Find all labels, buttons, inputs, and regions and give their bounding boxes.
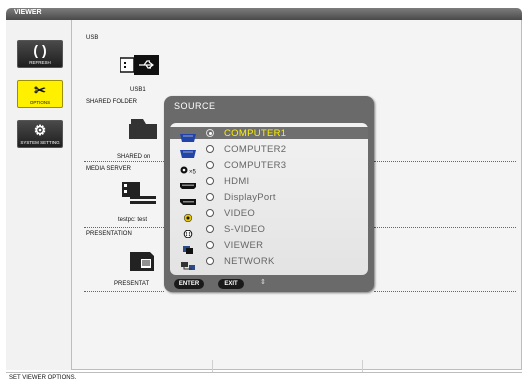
source-label: DisplayPort bbox=[224, 192, 276, 203]
dialog-title: SOURCE bbox=[174, 101, 216, 111]
status-divider bbox=[212, 360, 213, 372]
media-server-section-header: MEDIA SERVER bbox=[86, 166, 131, 172]
source-list: COMPUTER1 COMPUTER2 ×5 COMPUTER3 HDMI Di… bbox=[170, 123, 368, 275]
source-label: COMPUTER1 bbox=[224, 128, 287, 139]
refresh-icon: ( ) bbox=[33, 42, 47, 58]
source-label: VIEWER bbox=[224, 240, 264, 251]
usb1-label: USB1 bbox=[130, 87, 146, 93]
window-title: VIEWER bbox=[14, 9, 42, 16]
source-label: VIDEO bbox=[224, 208, 256, 219]
options-button[interactable]: ✂ OPTIONS bbox=[17, 80, 63, 108]
up-down-arrows-icon: ⇕ bbox=[260, 279, 266, 286]
s-video-icon bbox=[180, 225, 196, 239]
source-label: COMPUTER3 bbox=[224, 160, 287, 171]
source-item-s-video[interactable]: S-VIDEO bbox=[170, 223, 368, 239]
source-item-computer3[interactable]: ×5 COMPUTER3 bbox=[170, 159, 368, 176]
vga-connector-icon bbox=[180, 145, 196, 158]
viewer-window: VIEWER ( ) REFRESH ✂ OPTIONS ⚙ SYSTEM SE… bbox=[0, 0, 526, 384]
separator bbox=[84, 227, 164, 228]
viewer-icon bbox=[180, 241, 196, 254]
radio-button[interactable] bbox=[206, 225, 214, 233]
presentation-section-header: PRESENTATION bbox=[86, 231, 132, 237]
source-label: COMPUTER2 bbox=[224, 144, 287, 155]
status-divider bbox=[362, 360, 363, 372]
separator bbox=[374, 227, 516, 228]
status-text: SET VIEWER OPTIONS. bbox=[9, 375, 77, 381]
source-item-viewer[interactable]: VIEWER bbox=[170, 239, 368, 254]
source-label: HDMI bbox=[224, 176, 250, 187]
system-setting-button[interactable]: ⚙ SYSTEM SETTING bbox=[17, 120, 63, 148]
source-label: S-VIDEO bbox=[224, 224, 266, 235]
hdmi-connector-icon bbox=[180, 177, 196, 189]
vga-connector-icon bbox=[180, 129, 196, 142]
source-item-network[interactable]: NETWORK bbox=[170, 255, 368, 270]
computer3-icon-text: ×5 bbox=[189, 170, 197, 175]
system-setting-label: SYSTEM SETTING bbox=[20, 140, 60, 145]
radio-button[interactable] bbox=[206, 257, 214, 265]
radio-button[interactable] bbox=[206, 145, 214, 153]
source-item-video[interactable]: VIDEO bbox=[170, 207, 368, 223]
radio-button[interactable] bbox=[206, 209, 214, 217]
network-icon bbox=[180, 257, 196, 270]
source-item-computer1[interactable]: COMPUTER1 bbox=[170, 127, 368, 142]
shared-folder-section-header: SHARED FOLDER bbox=[86, 99, 138, 105]
radio-button[interactable] bbox=[206, 161, 214, 169]
separator bbox=[374, 291, 516, 292]
refresh-button[interactable]: ( ) REFRESH bbox=[17, 40, 63, 68]
options-label: OPTIONS bbox=[29, 100, 51, 105]
shared-folder-icon[interactable] bbox=[127, 116, 163, 140]
dialog-footer: ENTER EXIT ⇕ bbox=[164, 277, 374, 292]
presentation-label: PRESENTAT bbox=[114, 281, 150, 287]
source-item-computer2[interactable]: COMPUTER2 bbox=[170, 143, 368, 158]
radio-button[interactable] bbox=[206, 193, 214, 201]
source-item-hdmi[interactable]: HDMI bbox=[170, 175, 368, 189]
computer3-connector-icon: ×5 bbox=[180, 161, 197, 176]
exit-button[interactable]: EXIT bbox=[218, 279, 244, 289]
radio-button[interactable] bbox=[206, 129, 214, 137]
radio-button[interactable] bbox=[206, 177, 214, 185]
source-label: NETWORK bbox=[224, 256, 275, 267]
status-bar: SET VIEWER OPTIONS. bbox=[6, 372, 522, 383]
shared-on-label: SHARED on bbox=[117, 154, 151, 160]
sidebar: ( ) REFRESH ✂ OPTIONS ⚙ SYSTEM SETTING bbox=[6, 20, 72, 370]
separator bbox=[84, 161, 164, 162]
radio-button[interactable] bbox=[206, 241, 214, 249]
source-item-displayport[interactable]: DisplayPort bbox=[170, 191, 368, 205]
video-rca-icon bbox=[180, 209, 196, 223]
separator bbox=[84, 291, 164, 292]
separator bbox=[374, 161, 516, 162]
title-bar: VIEWER bbox=[6, 8, 522, 20]
refresh-label: REFRESH bbox=[29, 60, 51, 65]
enter-button[interactable]: ENTER bbox=[174, 279, 204, 289]
presentation-icon[interactable] bbox=[128, 248, 158, 272]
testpc-label: testpc: test bbox=[118, 217, 148, 223]
source-dialog: SOURCE COMPUTER1 COMPUTER2 ×5 COMPUTER3 … bbox=[164, 96, 374, 292]
usb-drive-icon[interactable] bbox=[119, 54, 160, 76]
usb-section-header: USB bbox=[86, 35, 99, 41]
system-setting-icon: ⚙ bbox=[33, 122, 47, 138]
media-server-icon[interactable] bbox=[120, 182, 160, 206]
options-icon: ✂ bbox=[34, 82, 46, 98]
displayport-connector-icon bbox=[180, 193, 196, 205]
